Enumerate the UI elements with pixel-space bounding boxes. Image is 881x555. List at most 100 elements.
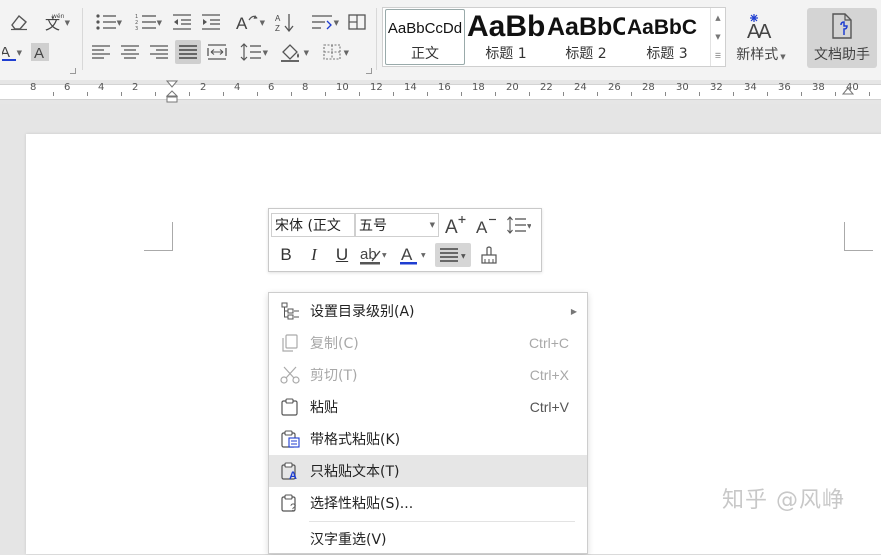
paste-special-icon: ? xyxy=(281,494,296,512)
font-color-icon[interactable]: A ▼ xyxy=(397,243,431,267)
highlight-icon[interactable]: ab ▼ xyxy=(357,243,393,267)
ruler-tick xyxy=(223,92,224,96)
table-layout-icon[interactable] xyxy=(344,10,370,34)
doc-assistant-button[interactable]: 文档助手 xyxy=(807,8,877,68)
menu-item-paste-text-only[interactable]: A 只粘贴文本(T) xyxy=(269,455,587,487)
ruler-label: 10 xyxy=(336,82,349,93)
ribbon-toolbar: 文 wén ▼ A ▼ A ▼ 123 ▼ A ▼ AZ ▼ ▼ ▼ ▼ AaB… xyxy=(0,0,881,81)
svg-text:A: A xyxy=(445,217,458,235)
ruler-tick xyxy=(869,92,870,96)
chevron-down-icon[interactable]: ▼ xyxy=(715,33,720,41)
menu-item-paste-keep-format[interactable]: 带格式粘贴(K) xyxy=(269,423,587,455)
menu-item-toc-level[interactable]: 设置目录级别(A) ▶ xyxy=(269,295,587,327)
ruler-label: 12 xyxy=(370,82,383,93)
ruler-label: 2 xyxy=(200,82,207,93)
underline-icon[interactable]: U xyxy=(329,243,355,267)
style-heading-3[interactable]: AaBbC 标题 3 xyxy=(627,8,707,66)
sort-icon[interactable]: AZ xyxy=(272,10,298,34)
menu-item-copy[interactable]: 复制(C) Ctrl+C xyxy=(269,327,587,359)
font-color-partial-icon[interactable]: A ▼ xyxy=(0,40,22,64)
menu-item-paste[interactable]: 粘贴 Ctrl+V xyxy=(269,391,587,423)
watermark: 知乎 @风峥 xyxy=(722,488,845,513)
font-color-swatch xyxy=(400,262,417,265)
submenu-arrow-icon: ▶ xyxy=(570,306,577,316)
ruler-tick xyxy=(529,92,530,96)
phonetic-guide-icon[interactable]: 文 wén ▼ xyxy=(38,10,70,34)
align-center-icon[interactable] xyxy=(117,40,143,64)
justify-select-icon[interactable]: ▼ xyxy=(435,243,471,267)
style-name: 正文 xyxy=(411,46,439,62)
shrink-font-icon[interactable]: A xyxy=(473,213,499,237)
line-spacing-special-icon[interactable]: ▼ xyxy=(304,10,340,34)
ruler-tick xyxy=(665,92,666,96)
align-right-icon[interactable] xyxy=(146,40,172,64)
line-spacing-icon[interactable]: ▼ xyxy=(233,40,269,64)
increase-indent-icon[interactable] xyxy=(198,10,224,34)
style-sample: AaBbC xyxy=(547,13,625,41)
ruler-tick xyxy=(563,92,564,96)
style-heading-2[interactable]: AaBbC 标题 2 xyxy=(547,8,625,66)
menu-item-label: 复制(C) xyxy=(310,336,359,352)
style-heading-1[interactable]: AaBb 标题 1 xyxy=(467,8,545,66)
menu-item-label: 只粘贴文本(T) xyxy=(310,464,400,480)
style-name: 标题 1 xyxy=(485,46,527,62)
ruler-label: 6 xyxy=(268,82,275,93)
distribute-icon[interactable] xyxy=(204,40,230,64)
paragraph-group-launcher-icon[interactable] xyxy=(366,68,372,74)
italic-icon[interactable]: I xyxy=(301,243,327,267)
ruler-label: 28 xyxy=(642,82,655,93)
change-case-icon[interactable]: A ▼ xyxy=(230,10,266,34)
ruler-tick xyxy=(631,92,632,96)
horizontal-ruler[interactable]: 8 6 4 2 2 4 6 8 10 12 14 16 18 20 22 24 26 28 30 32 34 36 38 40 xyxy=(0,80,881,104)
menu-item-shortcut: Ctrl+X xyxy=(529,367,569,383)
menu-item-reselect-hanzi[interactable]: 汉字重选(V) xyxy=(269,523,587,555)
menu-item-cut[interactable]: 剪切(T) Ctrl+X xyxy=(269,359,587,391)
menu-item-shortcut: Ctrl+C xyxy=(528,335,569,351)
chevron-up-icon[interactable]: ▲ xyxy=(715,14,720,22)
bullet-list-icon[interactable]: ▼ xyxy=(88,10,124,34)
menu-item-label: 选择性粘贴(S)... xyxy=(310,496,414,512)
style-gallery-scroll[interactable]: ▲ ▼ ☰ xyxy=(710,8,725,66)
ruler-tick xyxy=(53,92,54,96)
justify-icon[interactable] xyxy=(175,40,201,64)
style-sample: AaBb xyxy=(467,10,545,43)
char-shading-icon[interactable]: A xyxy=(28,40,52,64)
decrease-indent-icon[interactable] xyxy=(169,10,195,34)
font-name-value: 宋体 (正文 xyxy=(275,218,341,234)
ruler-tick xyxy=(325,92,326,96)
doc-assistant-icon xyxy=(832,13,852,39)
font-size-value: 五号 xyxy=(359,218,387,234)
new-style-button[interactable]: A A 新样式 ▼ xyxy=(728,8,794,68)
more-styles-icon[interactable]: ☰ xyxy=(715,52,721,60)
ruler-tick xyxy=(121,92,122,96)
font-name-select[interactable]: 宋体 (正文 xyxy=(271,213,355,237)
bold-icon[interactable]: B xyxy=(273,243,299,267)
indent-marker[interactable] xyxy=(166,80,178,104)
borders-icon[interactable]: ▼ xyxy=(314,40,350,64)
font-size-select[interactable]: 五号 ▼ xyxy=(355,213,439,237)
numbered-list-icon[interactable]: 123 ▼ xyxy=(128,10,164,34)
ruler-tick xyxy=(87,92,88,96)
shading-fill-icon[interactable]: ▼ xyxy=(274,40,310,64)
style-normal[interactable]: AaBbCcDd 正文 xyxy=(385,9,465,65)
align-left-icon[interactable] xyxy=(88,40,114,64)
paste-text-only-icon: A xyxy=(281,462,297,480)
font-group-launcher-icon[interactable] xyxy=(70,68,76,74)
eraser-icon[interactable] xyxy=(6,10,32,34)
ruler-tick xyxy=(257,92,258,96)
format-painter-icon[interactable] xyxy=(475,243,503,267)
menu-item-paste-special[interactable]: ? 选择性粘贴(S)... xyxy=(269,487,587,519)
menu-item-label: 汉字重选(V) xyxy=(310,532,387,548)
ribbon-separator xyxy=(376,8,377,70)
svg-text:▼: ▼ xyxy=(421,252,426,259)
line-spacing-icon[interactable]: ▼ xyxy=(501,213,537,237)
ruler-label: 38 xyxy=(812,82,825,93)
grow-font-icon[interactable]: A xyxy=(443,213,469,237)
svg-text:A: A xyxy=(289,470,297,480)
menu-item-label: 剪切(T) xyxy=(310,368,358,384)
copy-icon xyxy=(282,334,298,352)
svg-text:A: A xyxy=(275,14,281,23)
menu-item-label: 带格式粘贴(K) xyxy=(310,432,401,448)
style-gallery: AaBbCcDd 正文 AaBb 标题 1 AaBbC 标题 2 AaBbC 标… xyxy=(382,7,726,67)
ruler-label: 40 xyxy=(846,82,859,93)
